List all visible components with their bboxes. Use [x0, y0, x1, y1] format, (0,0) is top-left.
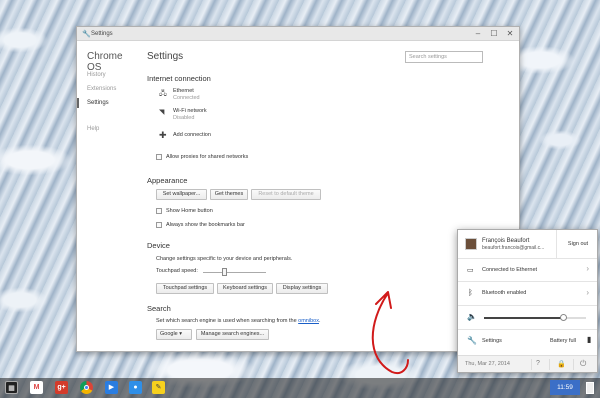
- display-settings-button[interactable]: Display settings: [276, 283, 328, 294]
- window-titlebar[interactable]: 🔧 Settings – ☐ ✕: [77, 27, 519, 41]
- get-themes-button[interactable]: Get themes: [210, 189, 248, 200]
- lock-icon[interactable]: 🔒: [557, 360, 566, 368]
- ethernet-icon: 🖧: [159, 90, 167, 97]
- power-icon[interactable]: ⏻: [580, 359, 586, 369]
- tray-footer: Thu, Mar 27, 2014 ? 🔒 ⏻: [458, 355, 597, 372]
- ethernet-status-label: Connected to Ethernet: [482, 267, 538, 273]
- touchpad-speed-thumb[interactable]: [222, 268, 228, 276]
- touchpad-speed-label: Touchpad speed:: [156, 268, 198, 274]
- search-description-end: .: [318, 318, 321, 324]
- separator: [549, 359, 550, 370]
- camera-icon[interactable]: ●: [129, 381, 142, 394]
- allow-proxies-label: Allow proxies for shared networks: [166, 154, 249, 160]
- volume-thumb[interactable]: [559, 314, 567, 321]
- close-button[interactable]: ✕: [505, 29, 515, 38]
- help-icon[interactable]: ?: [536, 360, 540, 367]
- ethernet-tray-icon: ▭: [467, 267, 474, 274]
- ethernet-name[interactable]: Ethernet: [173, 88, 194, 94]
- user-email: beaufort.francois@gmail.c...: [482, 245, 545, 251]
- video-icon[interactable]: ▶: [105, 381, 118, 394]
- shelf: ▦ M g+ ▶ ● ✎ 11:59: [0, 378, 600, 398]
- allow-proxies-checkbox[interactable]: [156, 154, 162, 160]
- search-heading: Search: [147, 304, 171, 313]
- show-home-label: Show Home button: [166, 208, 213, 214]
- ethernet-status: Connected: [173, 95, 200, 101]
- search-description-text: Set which search engine is used when sea…: [156, 318, 299, 324]
- wifi-status: Disabled: [173, 115, 195, 121]
- status-battery-icon[interactable]: [586, 382, 594, 394]
- wifi-name[interactable]: Wi-Fi network: [173, 108, 207, 114]
- wrench-icon: 🔧: [82, 31, 91, 38]
- page-title: Settings: [147, 51, 184, 62]
- battery-label: Battery full: [550, 338, 576, 344]
- battery-icon: ▮: [587, 335, 592, 344]
- avatar: [465, 238, 477, 250]
- user-row: François Beaufort beaufort.francois@gmai…: [458, 230, 597, 259]
- clock[interactable]: 11:59: [550, 380, 580, 395]
- chevron-right-icon: ›: [586, 264, 589, 273]
- gmail-icon[interactable]: M: [30, 381, 43, 394]
- keyboard-settings-button[interactable]: Keyboard settings: [217, 283, 273, 294]
- active-indicator: [77, 98, 79, 108]
- separator: [573, 359, 574, 370]
- show-home-checkbox[interactable]: [156, 208, 162, 214]
- volume-fill: [484, 317, 564, 319]
- set-wallpaper-button[interactable]: Set wallpaper...: [156, 189, 207, 200]
- touchpad-settings-button[interactable]: Touchpad settings: [156, 283, 214, 294]
- launcher-icon[interactable]: ▦: [5, 381, 18, 394]
- wrench-icon: 🔧: [467, 336, 477, 345]
- bluetooth-icon: ᛒ: [468, 288, 473, 297]
- add-connection-link[interactable]: Add connection: [173, 132, 211, 138]
- wifi-icon: ◥: [159, 109, 165, 116]
- sidebar-item-extensions[interactable]: Extensions: [87, 86, 116, 92]
- search-engine-select[interactable]: Google ▾: [156, 329, 192, 340]
- reset-theme-button[interactable]: Reset to default theme: [251, 189, 321, 200]
- annotation-arrow: [371, 291, 409, 374]
- date-label: Thu, Mar 27, 2014: [465, 361, 510, 367]
- device-description: Change settings specific to your device …: [156, 256, 293, 262]
- search-engine-value: Google: [160, 331, 178, 337]
- google-plus-icon[interactable]: g+: [55, 381, 68, 394]
- ethernet-row[interactable]: ▭ Connected to Ethernet ›: [458, 259, 597, 282]
- keep-icon[interactable]: ✎: [152, 381, 165, 394]
- bluetooth-row[interactable]: ᛒ Bluetooth enabled ›: [458, 282, 597, 306]
- maximize-button[interactable]: ☐: [489, 29, 499, 38]
- user-name: François Beaufort: [482, 238, 530, 244]
- internet-heading: Internet connection: [147, 74, 211, 83]
- speaker-icon[interactable]: 🔈: [467, 312, 477, 321]
- separator: [531, 359, 532, 370]
- appearance-heading: Appearance: [147, 176, 188, 185]
- volume-slider[interactable]: [484, 317, 586, 319]
- sidebar: Chrome OS History Extensions Settings He…: [77, 42, 139, 351]
- plus-icon: ✚: [159, 130, 167, 140]
- settings-row[interactable]: 🔧 Settings Battery full ▮: [458, 330, 597, 352]
- show-bookmarks-label: Always show the bookmarks bar: [166, 222, 245, 228]
- bluetooth-label: Bluetooth enabled: [482, 290, 527, 296]
- device-heading: Device: [147, 241, 170, 250]
- sidebar-item-help[interactable]: Help: [87, 126, 99, 132]
- omnibox-link[interactable]: omnibox: [298, 318, 319, 324]
- touchpad-speed-slider[interactable]: [203, 272, 266, 273]
- brand-title: Chrome OS: [87, 51, 123, 73]
- chevron-down-icon: ▾: [179, 331, 183, 337]
- tray-settings-label[interactable]: Settings: [482, 338, 502, 344]
- volume-row: 🔈: [458, 306, 597, 330]
- search-input[interactable]: Search settings: [405, 51, 483, 63]
- chrome-icon[interactable]: [80, 381, 93, 394]
- sidebar-item-history[interactable]: History: [87, 72, 106, 78]
- settings-window: 🔧 Settings – ☐ ✕ Chrome OS History Exten…: [76, 26, 520, 352]
- show-bookmarks-checkbox[interactable]: [156, 222, 162, 228]
- search-description: Set which search engine is used when sea…: [156, 318, 321, 324]
- manage-search-engines-button[interactable]: Manage search engines...: [196, 329, 269, 340]
- window-title: Settings: [91, 31, 113, 37]
- sidebar-item-settings[interactable]: Settings: [87, 100, 109, 106]
- system-tray-popup: François Beaufort beaufort.francois@gmai…: [457, 229, 598, 373]
- minimize-button[interactable]: –: [473, 29, 483, 38]
- chevron-right-icon: ›: [586, 288, 589, 297]
- sign-out-button[interactable]: Sign out: [556, 230, 599, 258]
